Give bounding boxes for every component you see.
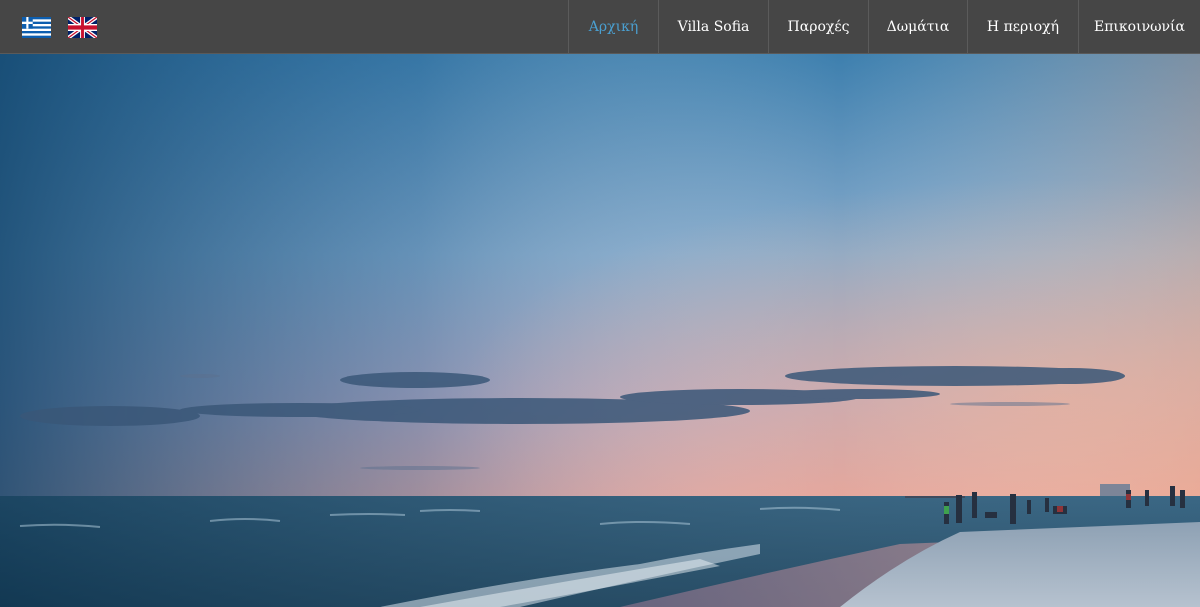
nav-contact[interactable]: Επικοινωνία [1078, 0, 1200, 53]
greek-flag-icon[interactable] [22, 17, 51, 38]
page: Αρχική Villa Sofia Παροχές Δωμάτια Η περ… [0, 0, 1200, 607]
hero-image [0, 54, 1200, 607]
top-navigation-bar: Αρχική Villa Sofia Παροχές Δωμάτια Η περ… [0, 0, 1200, 54]
nav-area[interactable]: Η περιοχή [967, 0, 1078, 53]
uk-flag-icon[interactable] [68, 17, 97, 38]
nav-rooms[interactable]: Δωμάτια [868, 0, 967, 53]
main-menu: Αρχική Villa Sofia Παροχές Δωμάτια Η περ… [568, 0, 1200, 54]
nav-home[interactable]: Αρχική [568, 0, 658, 53]
nav-services[interactable]: Παροχές [768, 0, 868, 53]
nav-villa-sofia[interactable]: Villa Sofia [658, 0, 768, 53]
